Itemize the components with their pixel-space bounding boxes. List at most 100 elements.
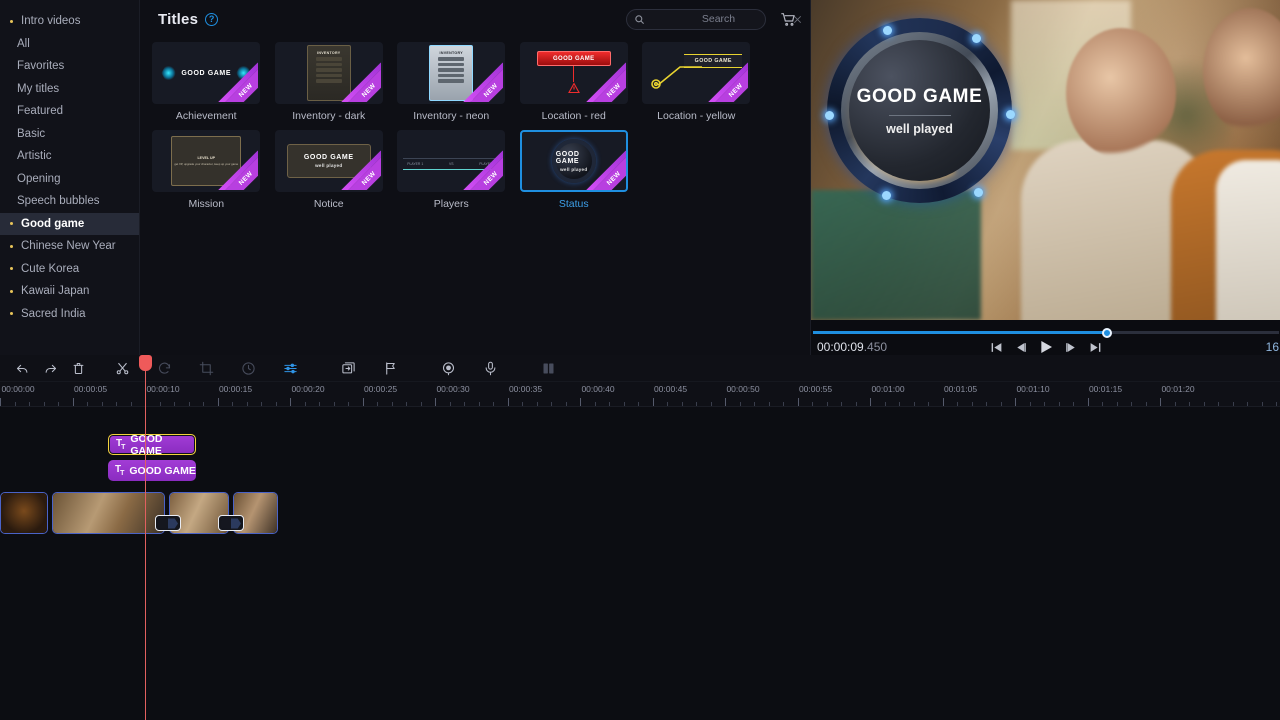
- search-box[interactable]: [626, 9, 766, 30]
- ruler-tick: [421, 402, 422, 406]
- crop-button[interactable]: [192, 357, 220, 379]
- ruler-label: 00:00:05: [74, 384, 107, 394]
- ruler-tick: [377, 402, 378, 406]
- sidebar-item-all[interactable]: All: [0, 33, 139, 56]
- ruler-label: 00:01:00: [871, 384, 904, 394]
- player-left-label: PLAYER 1: [407, 162, 423, 166]
- ruler-tick: [508, 398, 509, 406]
- thumb-title: LEVEL UP: [197, 156, 215, 160]
- freeze-frame-button[interactable]: [334, 357, 362, 379]
- title-card-location-yellow[interactable]: GOOD GAME NEW Location - yellow: [635, 42, 758, 122]
- sidebar-item-opening[interactable]: Opening: [0, 168, 139, 191]
- card-thumbnail[interactable]: GOOD GAME NEW: [152, 42, 260, 104]
- sidebar-item-featured[interactable]: Featured: [0, 100, 139, 123]
- sidebar-item-label: Sacred India: [21, 308, 86, 320]
- ruler-tick: [1131, 402, 1132, 406]
- title-card-status[interactable]: GOOD GAME well played NEW Status: [513, 130, 636, 210]
- card-label: Inventory - neon: [390, 110, 513, 122]
- card-thumbnail[interactable]: GOOD GAME NEW: [642, 42, 750, 104]
- ruler-tick: [624, 402, 625, 406]
- sidebar-item-intro-videos[interactable]: Intro videos: [0, 10, 139, 33]
- ruler-label: 00:00:40: [581, 384, 614, 394]
- category-sidebar: Intro videosAllFavoritesMy titlesFeature…: [0, 0, 140, 355]
- sidebar-item-favorites[interactable]: Favorites: [0, 55, 139, 78]
- ruler-tick: [58, 402, 59, 406]
- freeze-frame-icon: [341, 361, 356, 376]
- title-card-notice[interactable]: GOOD GAME well played NEW Notice: [268, 130, 391, 210]
- ruler-tick: [667, 402, 668, 406]
- play-button[interactable]: [1038, 339, 1054, 355]
- sidebar-item-my-titles[interactable]: My titles: [0, 78, 139, 101]
- ruler-tick: [15, 402, 16, 406]
- title-card-inventory-dark[interactable]: INVENTORY NEW Inventory - dark: [268, 42, 391, 122]
- sidebar-item-artistic[interactable]: Artistic: [0, 145, 139, 168]
- voiceover-button[interactable]: [476, 357, 504, 379]
- ruler-tick: [1015, 398, 1016, 406]
- preview-video[interactable]: GOOD GAME well played GOOD GAME: [811, 0, 1280, 320]
- search-input[interactable]: [651, 13, 786, 25]
- delete-button[interactable]: [64, 357, 92, 379]
- video-clip-2[interactable]: [52, 492, 165, 534]
- mask-button[interactable]: [434, 357, 462, 379]
- undo-button[interactable]: [8, 357, 36, 379]
- sidebar-item-basic[interactable]: Basic: [0, 123, 139, 146]
- sidebar-item-sacred-india[interactable]: Sacred India: [0, 303, 139, 326]
- timeline-tracks[interactable]: TT GOOD GAME TT GOOD GAME: [0, 407, 1280, 720]
- progress-knob[interactable]: [1102, 328, 1112, 338]
- card-thumbnail[interactable]: LEVEL UP get XP, upgrade your character,…: [152, 130, 260, 192]
- timeline-text-clip[interactable]: TT GOOD GAME: [108, 434, 196, 455]
- title-card-achievement[interactable]: GOOD GAME NEW Achievement: [145, 42, 268, 122]
- ruler-tick: [638, 402, 639, 406]
- jump-to-end-button[interactable]: [1089, 341, 1102, 354]
- thumb-title: GOOD GAME: [537, 51, 611, 66]
- player-vs-label: VS: [449, 162, 454, 166]
- ruler-tick: [928, 402, 929, 406]
- video-sofa: [811, 190, 981, 320]
- card-thumbnail[interactable]: PLAYER 1 VS PLAYER 2 NEW: [397, 130, 505, 192]
- ruler-tick: [1146, 402, 1147, 406]
- transition-2[interactable]: [218, 515, 244, 531]
- title-card-players[interactable]: PLAYER 1 VS PLAYER 2 NEW Players: [390, 130, 513, 210]
- badge-inner-disc: GOOD GAME well played: [849, 40, 990, 181]
- jump-to-start-button[interactable]: [990, 341, 1003, 354]
- ruler-tick: [1218, 402, 1219, 406]
- video-clip-1[interactable]: [0, 492, 48, 534]
- sidebar-item-cute-korea[interactable]: Cute Korea: [0, 258, 139, 281]
- speed-button[interactable]: [234, 357, 262, 379]
- shopping-cart-icon[interactable]: [780, 11, 796, 27]
- ruler-tick: [218, 398, 219, 406]
- layout-button[interactable]: [534, 357, 562, 379]
- card-label: Notice: [268, 198, 391, 210]
- title-card-location-red[interactable]: GOOD GAME NEW Location - red: [513, 42, 636, 122]
- sidebar-item-label: Basic: [17, 128, 45, 140]
- title-card-mission[interactable]: LEVEL UP get XP, upgrade your character,…: [145, 130, 268, 210]
- search-icon: [634, 14, 645, 25]
- marker-button[interactable]: [376, 357, 404, 379]
- card-thumbnail[interactable]: INVENTORY NEW: [397, 42, 505, 104]
- ruler-tick: [899, 402, 900, 406]
- redo-button[interactable]: [36, 357, 64, 379]
- card-thumbnail[interactable]: GOOD GAME well played NEW: [275, 130, 383, 192]
- progress-track[interactable]: [813, 331, 1279, 334]
- adjust-button[interactable]: [276, 357, 304, 379]
- transition-1[interactable]: [155, 515, 181, 531]
- video-editor-window: Intro videosAllFavoritesMy titlesFeature…: [0, 0, 1280, 720]
- sidebar-item-good-game[interactable]: Good game: [0, 213, 139, 236]
- title-card-inventory-neon[interactable]: INVENTORY NEW Inventory - neon: [390, 42, 513, 122]
- inventory-panel: INVENTORY: [429, 45, 473, 101]
- card-thumbnail[interactable]: INVENTORY NEW: [275, 42, 383, 104]
- previous-frame-button[interactable]: [1014, 341, 1027, 354]
- bullet-dot-icon: [10, 222, 13, 225]
- card-thumbnail[interactable]: GOOD GAME NEW: [520, 42, 628, 104]
- ruler-tick: [1160, 398, 1161, 406]
- next-frame-button[interactable]: [1065, 341, 1078, 354]
- help-circle-icon[interactable]: ?: [205, 13, 218, 26]
- sidebar-item-kawaii-japan[interactable]: Kawaii Japan: [0, 280, 139, 303]
- sidebar-item-speech-bubbles[interactable]: Speech bubbles: [0, 190, 139, 213]
- timeline-ruler[interactable]: 00:00:0000:00:0500:00:1000:00:1500:00:20…: [0, 382, 1280, 407]
- split-button[interactable]: [108, 357, 136, 379]
- card-thumbnail[interactable]: GOOD GAME well played NEW: [520, 130, 628, 192]
- rotate-button[interactable]: [150, 357, 178, 379]
- timeline-text-clip[interactable]: TT GOOD GAME: [108, 460, 196, 481]
- sidebar-item-chinese-new-year[interactable]: Chinese New Year: [0, 235, 139, 258]
